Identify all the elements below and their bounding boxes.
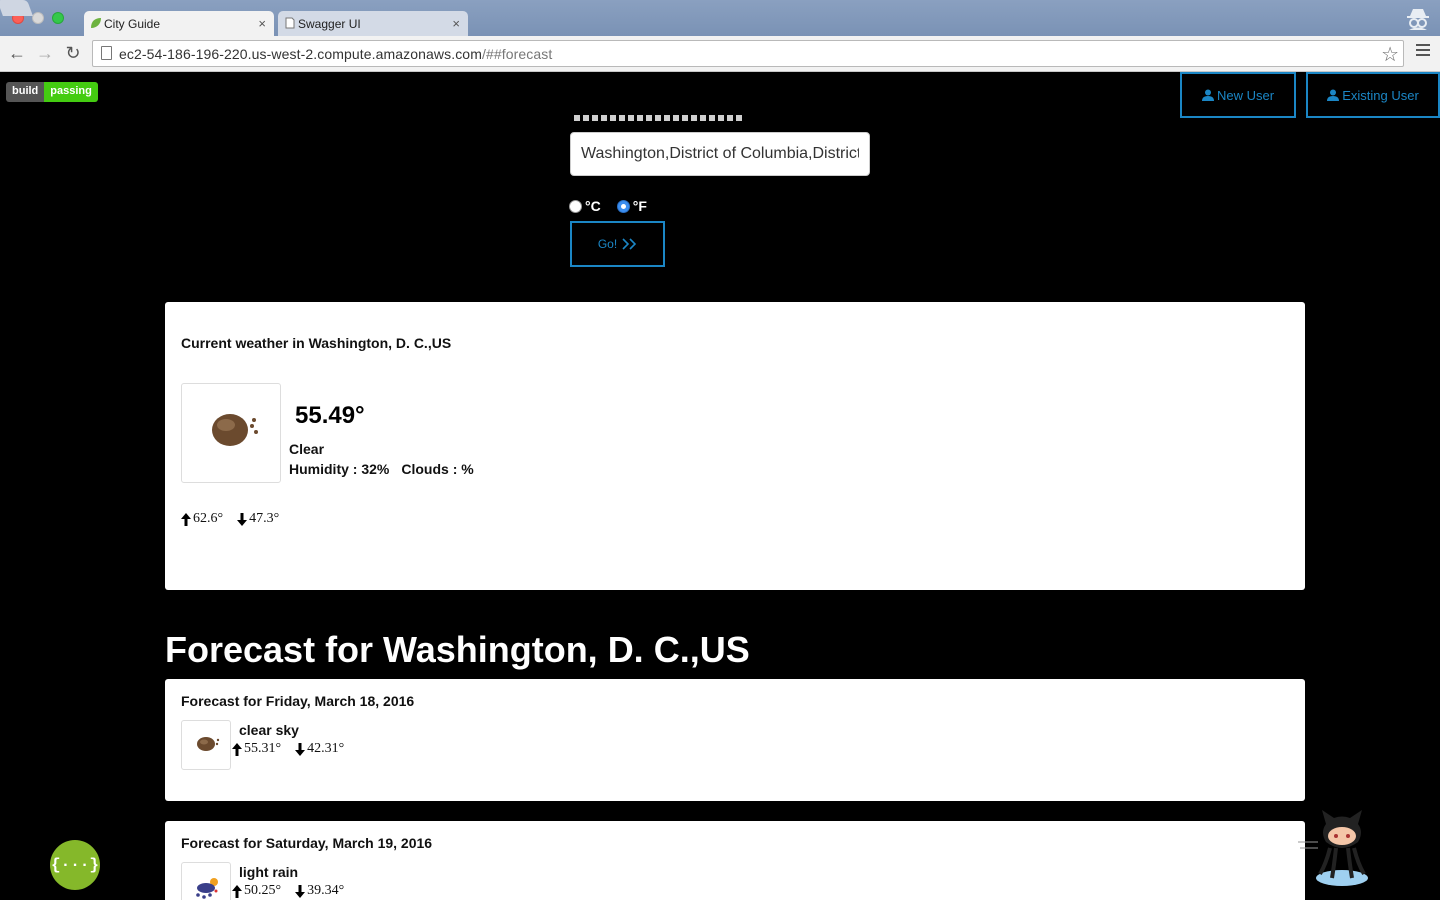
browser-menu-icon[interactable] xyxy=(1416,44,1430,58)
forward-arrow-icon[interactable]: → xyxy=(34,42,56,64)
bookmark-star-icon[interactable]: ☆ xyxy=(1381,42,1399,67)
celsius-label: °C xyxy=(585,198,601,214)
arrow-up-icon xyxy=(181,512,191,526)
build-status-badge[interactable]: build passing xyxy=(6,82,98,102)
current-meta: Humidity : 32% Clouds : % xyxy=(289,461,474,477)
new-user-label: New User xyxy=(1216,87,1275,103)
tab-close-icon[interactable]: × xyxy=(452,16,460,31)
browser-toolbar: ← → ↻ ec2-54-186-196-220.us-west-2.compu… xyxy=(0,36,1440,72)
tab-title: Swagger UI xyxy=(298,17,361,31)
low-temp: 39.34° xyxy=(307,883,345,898)
reload-icon[interactable]: ↻ xyxy=(62,42,84,64)
existing-user-label: Existing User xyxy=(1342,87,1419,103)
high-temp: 62.6° xyxy=(193,511,224,526)
celsius-radio[interactable] xyxy=(569,199,582,213)
arrow-up-icon xyxy=(232,742,242,756)
forecast-icon-box xyxy=(181,720,231,770)
forecast-description: clear sky xyxy=(239,722,299,738)
fahrenheit-label: °F xyxy=(632,198,647,214)
clouds-value: Clouds : % xyxy=(401,461,474,477)
badge-status: passing xyxy=(44,82,98,102)
current-temperature: 55.49° xyxy=(295,402,365,429)
page: build passing New User Existing User °C … xyxy=(0,72,1440,900)
low-temp: 47.3° xyxy=(249,511,280,526)
swagger-logo-icon[interactable]: {···} xyxy=(50,840,100,890)
window-maximize-button[interactable] xyxy=(52,12,64,24)
forecast-description: light rain xyxy=(239,864,299,880)
address-bar[interactable]: ec2-54-186-196-220.us-west-2.compute.ama… xyxy=(92,40,1404,67)
tab-city-guide[interactable]: City Guide × xyxy=(84,11,274,36)
forecast-date-title: Forecast for Friday, March 18, 2016 xyxy=(181,693,415,709)
user-icon xyxy=(1201,89,1214,101)
current-weather-title: Current weather in Washington, D. C.,US xyxy=(181,335,452,351)
forecast-high-low: 50.25° 39.34° xyxy=(232,883,344,899)
forecast-card: Forecast for Saturday, March 19, 2016 li… xyxy=(165,821,1305,900)
user-icon xyxy=(1327,89,1340,101)
new-tab-button[interactable] xyxy=(0,0,33,16)
tab-title: City Guide xyxy=(104,17,161,31)
go-button-label: Go! xyxy=(597,237,618,251)
back-arrow-icon[interactable]: ← xyxy=(6,42,28,64)
unit-selector: °C °F xyxy=(569,198,663,214)
low-temp: 42.31° xyxy=(307,741,345,756)
forecast-high-low: 55.31° 42.31° xyxy=(232,741,344,757)
arrow-down-icon xyxy=(295,884,306,898)
current-high-low: 62.6° 47.3° xyxy=(181,511,279,527)
tab-close-icon[interactable]: × xyxy=(258,16,266,31)
current-condition: Clear xyxy=(289,441,325,457)
url-text[interactable]: ec2-54-186-196-220.us-west-2.compute.ama… xyxy=(119,46,552,62)
double-chevron-right-icon xyxy=(622,238,637,250)
arrow-down-icon xyxy=(295,742,306,756)
weather-icon-box xyxy=(181,383,281,483)
browser-tabstrip: City Guide × Swagger UI × xyxy=(0,0,1440,36)
high-temp: 55.31° xyxy=(244,741,282,756)
page-icon xyxy=(285,17,295,29)
city-search-input[interactable] xyxy=(570,132,870,176)
arrow-down-icon xyxy=(237,512,248,526)
arrow-up-icon xyxy=(232,884,242,898)
badge-label: build xyxy=(6,82,45,102)
github-octocat-icon[interactable] xyxy=(1296,808,1386,892)
forecast-icon-box xyxy=(181,862,231,900)
tab-swagger-ui[interactable]: Swagger UI × xyxy=(278,11,468,36)
incognito-icon xyxy=(1407,9,1429,30)
window-minimize-button[interactable] xyxy=(32,12,44,24)
forecast-date-title: Forecast for Saturday, March 19, 2016 xyxy=(181,835,433,851)
humidity-value: Humidity : 32% xyxy=(289,461,390,477)
fahrenheit-radio[interactable] xyxy=(616,199,630,213)
high-temp: 50.25° xyxy=(244,883,282,898)
clear-night-icon xyxy=(212,414,258,446)
existing-user-button[interactable]: Existing User xyxy=(1306,72,1440,118)
page-info-icon[interactable] xyxy=(101,46,112,60)
clipped-heading xyxy=(574,115,744,121)
clear-sky-icon xyxy=(197,737,220,751)
go-button[interactable]: Go! xyxy=(570,221,665,267)
current-weather-card: Current weather in Washington, D. C.,US … xyxy=(165,302,1305,590)
light-rain-icon xyxy=(196,878,218,899)
forecast-card: Forecast for Friday, March 18, 2016 clea… xyxy=(165,679,1305,801)
leaf-icon xyxy=(91,18,101,28)
new-user-button[interactable]: New User xyxy=(1180,72,1296,118)
forecast-heading: Forecast for Washington, D. C.,US xyxy=(165,629,750,670)
